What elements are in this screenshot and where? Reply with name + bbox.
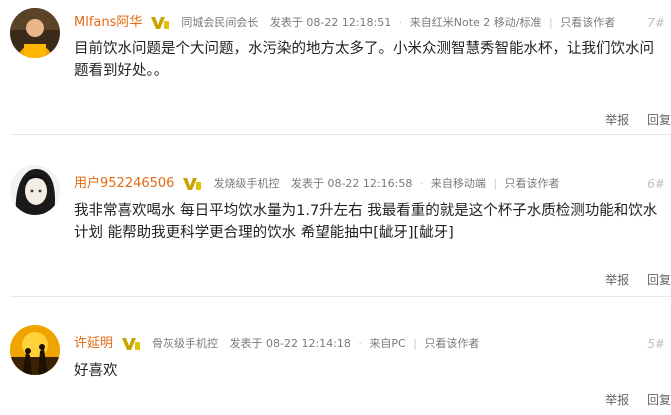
post-meta: Mlfans阿华 同城会民间会长 发表于 08-22 12:18:51 · 来自… [74, 14, 671, 32]
only-author-link[interactable]: 只看该作者 [505, 175, 560, 193]
separator: | [493, 177, 498, 190]
divider [10, 296, 671, 297]
floor-number: 5# [647, 337, 665, 351]
separator: · [419, 177, 424, 190]
post-actions: 举报 回复 [591, 271, 671, 288]
reply-link[interactable]: 回复 [647, 391, 671, 408]
post-actions: 举报 回复 [591, 111, 671, 128]
only-author-link[interactable]: 只看该作者 [424, 335, 479, 353]
separator: · [398, 16, 403, 29]
post-source: 来自移动端 [430, 177, 486, 190]
divider [10, 134, 671, 135]
username-link[interactable]: 许延明 [74, 335, 113, 353]
verified-badge-icon [182, 177, 202, 191]
report-link[interactable]: 举报 [605, 271, 629, 288]
separator: · [358, 337, 362, 350]
post-meta: 许延明 骨灰级手机控 发表于 08-22 12:14:18 · 来自PC | 只… [74, 335, 671, 353]
only-author-link[interactable]: 只看该作者 [560, 14, 615, 32]
user-title: 骨灰级手机控 [152, 337, 219, 350]
floor-number: 7# [647, 16, 665, 30]
post-content: 我非常喜欢喝水 每日平均饮水量为1.7升左右 我最看重的就是这个杯子水质检测功能… [74, 203, 658, 241]
report-link[interactable]: 举报 [605, 391, 629, 408]
avatar[interactable] [10, 325, 60, 375]
post-content: 好喜欢 [74, 363, 118, 379]
post-source: 来自红米Note 2 移动/标准 [409, 16, 542, 29]
username-link[interactable]: 用户952246506 [74, 175, 174, 193]
post-actions: 举报 回复 [591, 391, 671, 408]
report-link[interactable]: 举报 [605, 111, 629, 128]
post-source: 来自PC [369, 337, 406, 350]
avatar[interactable] [10, 165, 60, 215]
avatar[interactable] [10, 8, 60, 58]
reply-link[interactable]: 回复 [647, 271, 671, 288]
user-title: 同城会民间会长 [181, 16, 259, 29]
post-time: 发表于 08-22 12:16:58 [290, 177, 413, 190]
post-meta: 用户952246506 发烧级手机控 发表于 08-22 12:16:58 · … [74, 175, 671, 193]
reply-link[interactable]: 回复 [647, 111, 671, 128]
verified-badge-icon [150, 16, 170, 30]
post-content: 目前饮水问题是个大问题，水污染的地方太多了。小米众测智慧秀智能水杯，让我们饮水问… [74, 41, 654, 79]
separator: | [413, 337, 417, 350]
floor-number: 6# [647, 177, 665, 191]
post-time: 发表于 08-22 12:18:51 [269, 16, 392, 29]
post-time: 发表于 08-22 12:14:18 [229, 337, 351, 350]
username-link[interactable]: Mlfans阿华 [74, 14, 142, 32]
user-title: 发烧级手机控 [213, 177, 280, 190]
separator: | [549, 16, 553, 29]
verified-badge-icon [121, 337, 141, 351]
